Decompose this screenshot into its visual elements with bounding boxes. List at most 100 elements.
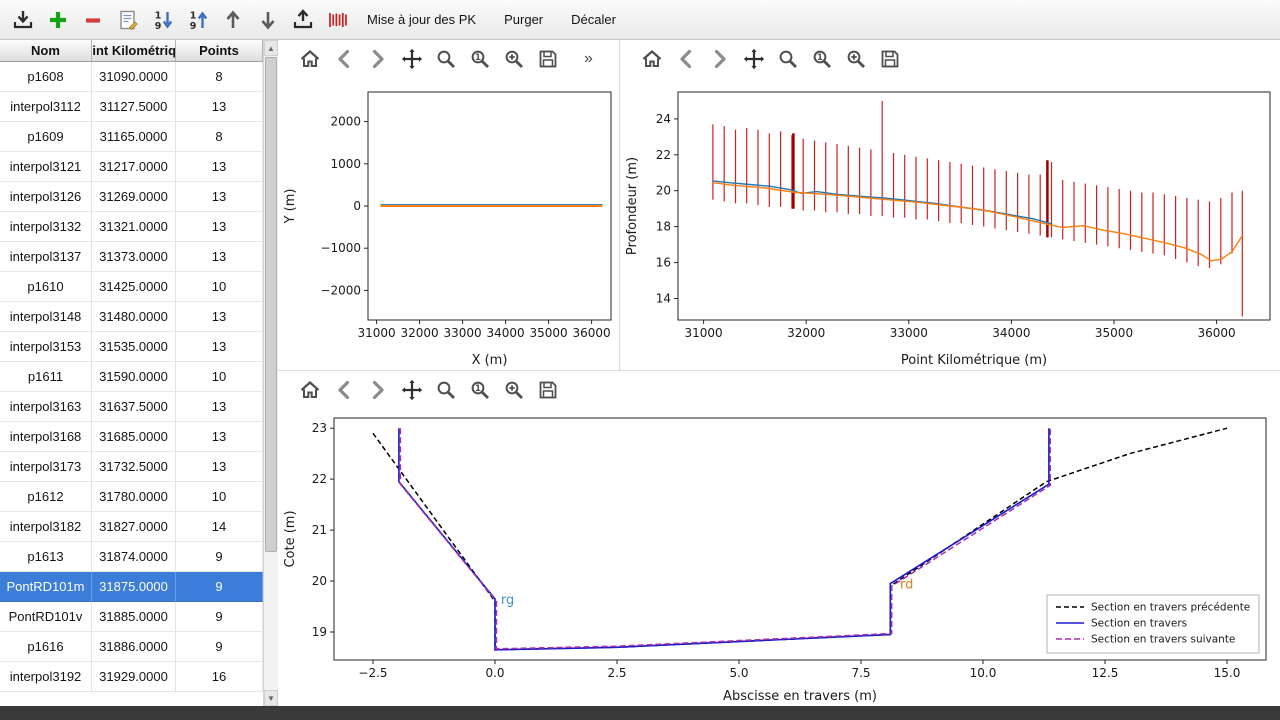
- table-row[interactable]: PontRD101m31875.00009: [0, 572, 263, 602]
- cross-section-chart[interactable]: rgrd−2.50.02.55.07.510.012.515.019202122…: [278, 408, 1280, 706]
- cell-pk[interactable]: 31535.0000: [92, 332, 176, 362]
- cell-nom[interactable]: interpol3173: [0, 452, 92, 482]
- table-row[interactable]: interpol312131217.000013: [0, 152, 263, 182]
- plan-chart[interactable]: 310003200033000340003500036000−2000−1000…: [278, 78, 620, 370]
- cell-nom[interactable]: PontRD101v: [0, 602, 92, 632]
- purge-button[interactable]: Purger: [502, 8, 545, 31]
- table-row[interactable]: interpol319231929.000016: [0, 662, 263, 692]
- cell-pk[interactable]: 31732.5000: [92, 452, 176, 482]
- table-row[interactable]: interpol316331637.500013: [0, 392, 263, 422]
- column-header-points[interactable]: Points: [176, 40, 263, 62]
- edit-points-button[interactable]: [115, 7, 141, 33]
- sections-button[interactable]: [325, 7, 351, 33]
- cell-pk[interactable]: 31321.0000: [92, 212, 176, 242]
- cell-nom[interactable]: interpol3192: [0, 662, 92, 692]
- home-button[interactable]: [640, 47, 664, 71]
- save-button[interactable]: [536, 47, 560, 71]
- cell-pk[interactable]: 31217.0000: [92, 152, 176, 182]
- table-row[interactable]: interpol312631269.000013: [0, 182, 263, 212]
- back-button[interactable]: [674, 47, 698, 71]
- cell-nom[interactable]: interpol3121: [0, 152, 92, 182]
- table-row[interactable]: PontRD101v31885.00009: [0, 602, 263, 632]
- zoom-one-button[interactable]: 1: [468, 47, 492, 71]
- table-row[interactable]: p160931165.00008: [0, 122, 263, 152]
- pan-button[interactable]: [400, 378, 424, 402]
- cell-points[interactable]: 9: [176, 542, 263, 572]
- cell-nom[interactable]: p1610: [0, 272, 92, 302]
- sort-descending-button[interactable]: 19: [185, 7, 211, 33]
- cell-points[interactable]: 9: [176, 602, 263, 632]
- zoom-in-button[interactable]: [502, 47, 526, 71]
- cell-pk[interactable]: 31875.0000: [92, 572, 176, 602]
- cell-nom[interactable]: interpol3148: [0, 302, 92, 332]
- table-row[interactable]: p160831090.00008: [0, 62, 263, 92]
- export-button[interactable]: [290, 7, 316, 33]
- cell-points[interactable]: 13: [176, 332, 263, 362]
- plan-plot-canvas[interactable]: 310003200033000340003500036000−2000−1000…: [278, 78, 619, 370]
- cell-pk[interactable]: 31827.0000: [92, 512, 176, 542]
- save-button[interactable]: [536, 378, 560, 402]
- cell-points[interactable]: 13: [176, 92, 263, 122]
- shift-button[interactable]: Décaler: [569, 8, 618, 31]
- cell-points[interactable]: 10: [176, 272, 263, 302]
- cell-nom[interactable]: p1608: [0, 62, 92, 92]
- import-button[interactable]: [10, 7, 36, 33]
- zoom-button[interactable]: [434, 47, 458, 71]
- cell-pk[interactable]: 31874.0000: [92, 542, 176, 572]
- table-row[interactable]: interpol313231321.000013: [0, 212, 263, 242]
- cell-pk[interactable]: 31637.5000: [92, 392, 176, 422]
- table-row[interactable]: p161631886.00009: [0, 632, 263, 662]
- scrollbar-thumb[interactable]: [265, 57, 277, 552]
- cell-nom[interactable]: p1613: [0, 542, 92, 572]
- home-button[interactable]: [298, 47, 322, 71]
- move-up-button[interactable]: [220, 7, 246, 33]
- cell-points[interactable]: 14: [176, 512, 263, 542]
- move-down-button[interactable]: [255, 7, 281, 33]
- cell-points[interactable]: 13: [176, 152, 263, 182]
- pan-button[interactable]: [742, 47, 766, 71]
- table-row[interactable]: interpol315331535.000013: [0, 332, 263, 362]
- cell-pk[interactable]: 31480.0000: [92, 302, 176, 332]
- cell-pk[interactable]: 31373.0000: [92, 242, 176, 272]
- add-row-button[interactable]: [45, 7, 71, 33]
- cell-points[interactable]: 9: [176, 632, 263, 662]
- sort-ascending-button[interactable]: 19: [150, 7, 176, 33]
- table-row[interactable]: interpol313731373.000013: [0, 242, 263, 272]
- table-row[interactable]: interpol316831685.000013: [0, 422, 263, 452]
- column-header-nom[interactable]: Nom: [0, 40, 92, 62]
- cell-pk[interactable]: 31685.0000: [92, 422, 176, 452]
- section-plot-canvas[interactable]: rgrd−2.50.02.55.07.510.012.515.019202122…: [278, 408, 1280, 706]
- table-row[interactable]: p161231780.000010: [0, 482, 263, 512]
- home-button[interactable]: [298, 378, 322, 402]
- zoom-in-button[interactable]: [502, 378, 526, 402]
- cell-points[interactable]: 10: [176, 362, 263, 392]
- forward-button[interactable]: [366, 47, 390, 71]
- zoom-button[interactable]: [776, 47, 800, 71]
- back-button[interactable]: [332, 378, 356, 402]
- back-button[interactable]: [332, 47, 356, 71]
- cell-nom[interactable]: interpol3182: [0, 512, 92, 542]
- table-row[interactable]: interpol314831480.000013: [0, 302, 263, 332]
- cell-nom[interactable]: p1611: [0, 362, 92, 392]
- cell-nom[interactable]: interpol3137: [0, 242, 92, 272]
- update-pk-button[interactable]: Mise à jour des PK: [365, 8, 478, 31]
- cell-points[interactable]: 9: [176, 572, 263, 602]
- cell-points[interactable]: 13: [176, 242, 263, 272]
- cell-nom[interactable]: p1616: [0, 632, 92, 662]
- cell-nom[interactable]: interpol3163: [0, 392, 92, 422]
- delete-row-button[interactable]: [80, 7, 106, 33]
- cell-pk[interactable]: 31269.0000: [92, 182, 176, 212]
- table-row[interactable]: p161031425.000010: [0, 272, 263, 302]
- cell-points[interactable]: 16: [176, 662, 263, 692]
- cell-points[interactable]: 13: [176, 392, 263, 422]
- zoom-one-button[interactable]: 1: [468, 378, 492, 402]
- table-row[interactable]: p161331874.00009: [0, 542, 263, 572]
- cell-points[interactable]: 13: [176, 182, 263, 212]
- cell-nom[interactable]: interpol3153: [0, 332, 92, 362]
- cell-pk[interactable]: 31425.0000: [92, 272, 176, 302]
- cell-pk[interactable]: 31929.0000: [92, 662, 176, 692]
- scroll-up-button[interactable]: ▲: [264, 40, 278, 56]
- cell-points[interactable]: 13: [176, 212, 263, 242]
- cell-pk[interactable]: 31090.0000: [92, 62, 176, 92]
- cell-points[interactable]: 13: [176, 452, 263, 482]
